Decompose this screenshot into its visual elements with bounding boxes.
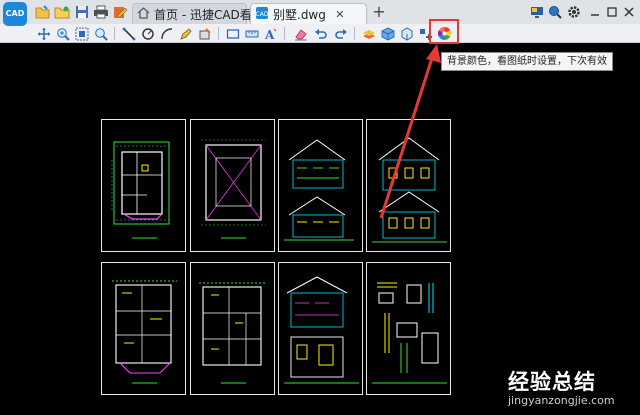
dwg-file-icon: CAD (255, 6, 269, 23)
close-icon[interactable] (620, 3, 638, 21)
layer-icon[interactable] (361, 26, 376, 41)
monitor-icon[interactable] (528, 3, 546, 21)
new-tab-icon[interactable]: + (371, 3, 387, 21)
drawing-sheet (366, 119, 451, 252)
print-icon[interactable] (93, 4, 109, 20)
svg-text:A: A (264, 28, 275, 41)
toolbar-separator (354, 27, 355, 40)
fill-icon[interactable] (197, 26, 212, 41)
zoom-window-icon[interactable] (74, 26, 89, 41)
text-icon[interactable]: A (263, 26, 278, 41)
toolbar-separator (218, 27, 219, 40)
settings-icon[interactable] (565, 3, 583, 21)
tooltip: 背景颜色，看图纸时设置，下次有效 (441, 52, 613, 71)
redo-icon[interactable] (333, 26, 348, 41)
line-icon[interactable] (121, 26, 136, 41)
eraser-icon[interactable] (293, 26, 308, 41)
tab-home-label: 首页 - 迅捷CAD看图 (154, 7, 264, 22)
3d-view-icon[interactable] (399, 26, 414, 41)
drawing-sheets[interactable] (98, 116, 455, 398)
drawing-sheet (190, 262, 275, 395)
drawing-sheet (101, 119, 186, 252)
tab-home[interactable]: 首页 - 迅捷CAD看图 (132, 3, 264, 24)
pen-icon[interactable] (178, 26, 193, 41)
open-folder-icon[interactable] (35, 4, 51, 20)
zoom-extents-icon[interactable] (93, 26, 108, 41)
home-icon (137, 6, 150, 22)
rectangle-icon[interactable] (225, 26, 240, 41)
maximize-icon[interactable] (603, 3, 621, 21)
watermark-text: 经验总结 (508, 370, 596, 394)
zoom-in-icon[interactable] (55, 26, 70, 41)
drawing-sheet (101, 262, 186, 395)
drawing-sheet (366, 262, 451, 395)
zoom-icon[interactable] (546, 3, 564, 21)
close-tab-icon[interactable]: ✕ (334, 8, 346, 21)
drawing-sheet (190, 119, 275, 252)
background-color-highlight (429, 19, 459, 44)
watermark-url: jingyanzongjie.com (508, 394, 615, 407)
save-icon[interactable] (74, 4, 90, 20)
tab-document[interactable]: CAD 别墅.dwg ✕ (250, 3, 367, 25)
folder-icon[interactable] (54, 4, 70, 20)
toolbar-separator (284, 27, 285, 40)
svg-text:CAD: CAD (256, 11, 269, 18)
drawing-sheet (278, 262, 363, 395)
pan-icon[interactable] (36, 26, 51, 41)
undo-icon[interactable] (313, 26, 328, 41)
app-logo[interactable]: CAD (3, 2, 27, 26)
home-edit-icon[interactable] (112, 4, 128, 20)
tab-document-label: 别墅.dwg (273, 8, 326, 22)
arc-icon[interactable] (159, 26, 174, 41)
circle-icon[interactable] (140, 26, 155, 41)
drawing-sheet (278, 119, 363, 252)
measure-icon[interactable] (244, 26, 259, 41)
toolbar-separator (114, 27, 115, 40)
cube-icon[interactable] (380, 26, 395, 41)
minimize-icon[interactable] (586, 3, 604, 21)
